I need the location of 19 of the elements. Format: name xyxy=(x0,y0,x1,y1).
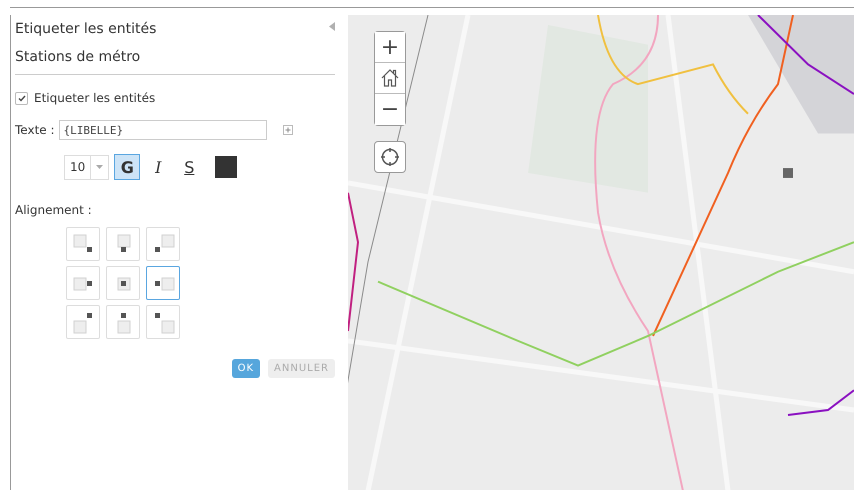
checkbox-label: Etiqueter les entités xyxy=(34,91,156,105)
field-label: Texte : xyxy=(15,123,55,137)
color-swatch[interactable] xyxy=(215,156,238,178)
locate-icon xyxy=(380,147,400,167)
add-field-icon[interactable] xyxy=(282,125,293,135)
text-input-field[interactable]: {LIBELLE} xyxy=(58,120,267,140)
alignment-label: Alignement : xyxy=(15,203,93,217)
locate-button[interactable] xyxy=(374,141,406,173)
checkbox[interactable] xyxy=(15,92,28,104)
bold-button[interactable]: G xyxy=(114,154,140,180)
italic-button[interactable]: I xyxy=(145,154,172,180)
panel-title: Etiqueter les entités xyxy=(15,21,156,37)
home-icon xyxy=(380,68,400,88)
underline-button[interactable]: S xyxy=(176,154,202,180)
layer-name: Stations de métro xyxy=(15,49,142,65)
font-size-select[interactable]: 10 xyxy=(64,154,110,180)
alignment-option[interactable] xyxy=(146,266,180,300)
zoom-in-button[interactable]: + xyxy=(375,32,405,63)
check-icon xyxy=(18,94,26,102)
